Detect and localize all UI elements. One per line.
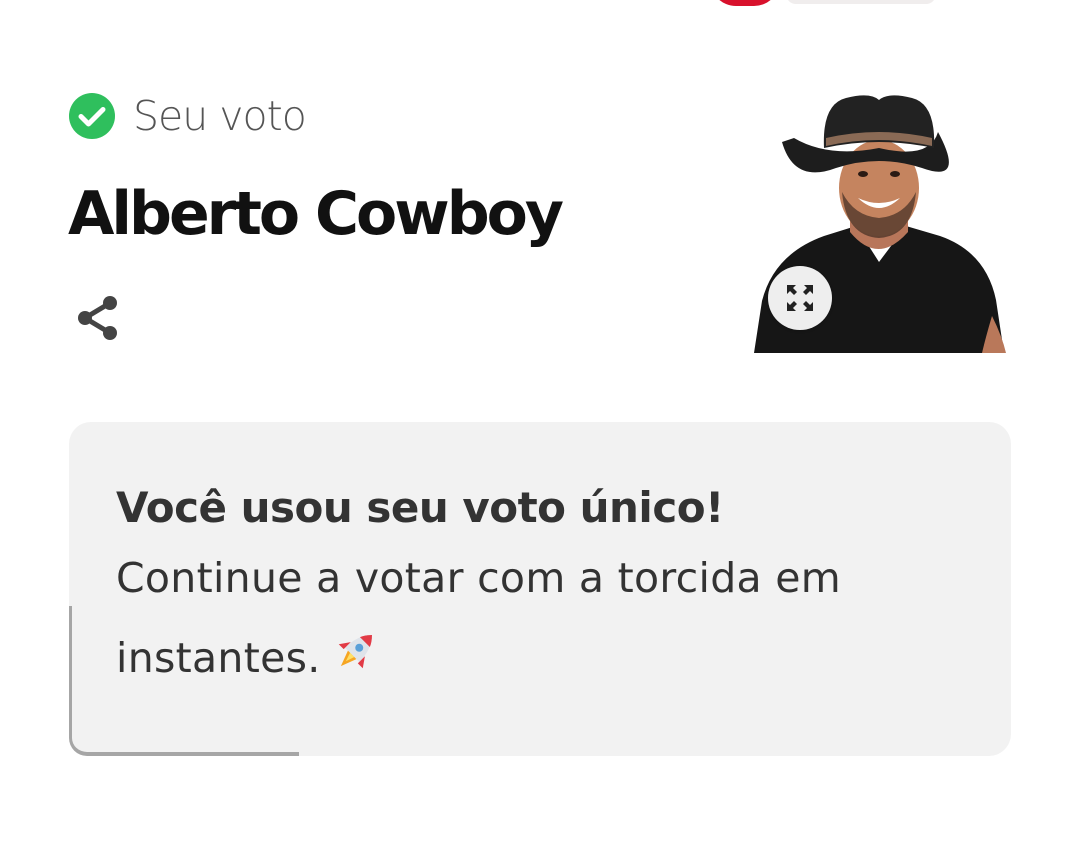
rocket-icon [338,635,372,669]
brand-logo-text [786,0,936,4]
card-title: Você usou seu voto único! [116,483,724,532]
vote-header: Seu voto [68,92,307,140]
expand-photo-button[interactable] [768,266,832,330]
share-icon[interactable] [72,292,124,344]
candidate-name: Alberto Cowboy [68,179,564,249]
check-circle-icon [69,93,115,139]
vote-label: Seu voto [133,92,307,140]
expand-icon [787,285,813,311]
card-body-container: Continue a votar com a torcida em instan… [116,538,963,698]
vote-confirmation-card: Você usou seu voto único! Continue a vot… [69,422,1011,756]
card-body: Continue a votar com a torcida em instan… [116,554,842,682]
brand-logo-mark [710,0,780,6]
brand-logo [690,0,950,10]
